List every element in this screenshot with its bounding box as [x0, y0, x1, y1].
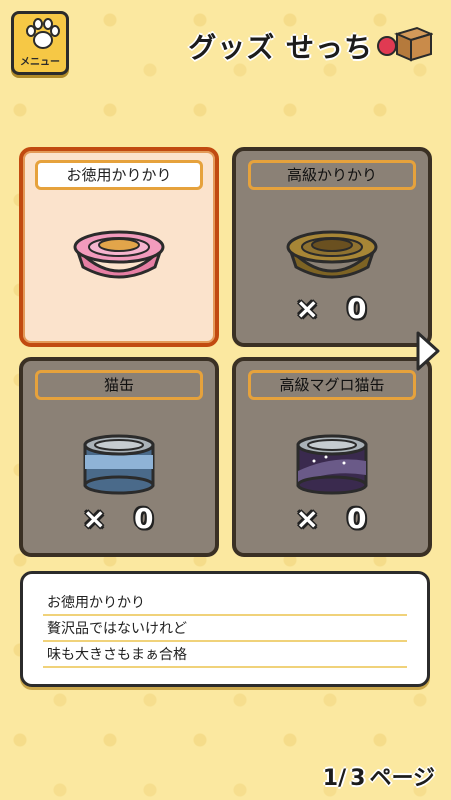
description-line: お徳用かりかり: [43, 590, 407, 616]
paw-icon: [26, 18, 60, 49]
count-value: 0: [133, 502, 156, 535]
page-suffix: ページ: [369, 766, 435, 791]
owned-count: × 0: [236, 502, 428, 535]
goods-tile-premium-tuna-can[interactable]: 高級マグロ猫缶 × 0: [232, 357, 432, 557]
owned-count: × 0: [236, 292, 428, 325]
page-indicator: 1/3 ページ: [321, 760, 437, 792]
times-sign: ×: [295, 502, 321, 535]
tile-name-label: 高級かりかり: [248, 160, 416, 190]
blue-cat-can-icon: [83, 434, 155, 495]
times-sign: ×: [295, 292, 321, 325]
menu-label: メニュー: [20, 57, 60, 68]
goods-tile-cat-can[interactable]: 猫缶 × 0: [19, 357, 219, 557]
description-line: 贅沢品ではないけれど: [43, 616, 407, 642]
tile-name-label: 猫缶: [35, 370, 203, 400]
tile-name-label: お徳用かりかり: [35, 160, 203, 190]
count-value: 0: [346, 502, 369, 535]
menu-button[interactable]: メニュー: [11, 11, 69, 75]
next-page-arrow-icon[interactable]: [414, 330, 442, 372]
pink-food-bowl-icon: [73, 230, 165, 279]
item-description-panel: お徳用かりかり 贅沢品ではないけれど 味も大きさもまぁ合格: [20, 571, 430, 687]
tile-name-label: 高級マグロ猫缶: [248, 370, 416, 400]
description-line: 味も大きさもまぁ合格: [43, 642, 407, 668]
purple-tuna-can-icon: [296, 434, 368, 495]
owned-count: × 0: [23, 502, 215, 535]
gold-food-bowl-icon: [286, 230, 378, 279]
count-value: 0: [346, 292, 369, 325]
page-title: グッズ せっち: [188, 31, 373, 64]
goods-box-icon: [377, 26, 433, 62]
page-current: 1/: [322, 766, 347, 791]
page-total: 3: [350, 766, 366, 791]
goods-tile-economy-kibble[interactable]: お徳用かりかり: [19, 147, 219, 347]
times-sign: ×: [82, 502, 108, 535]
goods-tile-premium-kibble[interactable]: 高級かりかり × 0: [232, 147, 432, 347]
